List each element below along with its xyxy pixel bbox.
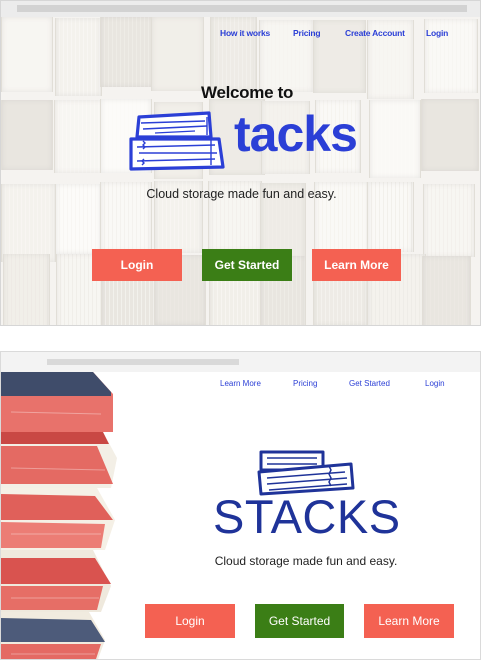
mockup-one: How it works Pricing Create Account Logi… — [0, 0, 481, 326]
nav-how-it-works[interactable]: How it works — [220, 28, 270, 38]
brand-wordmark: STACKS — [213, 490, 401, 543]
login-button[interactable]: Login — [145, 604, 235, 638]
nav-get-started[interactable]: Get Started — [349, 379, 390, 388]
browser-chrome — [1, 1, 480, 17]
address-bar[interactable] — [47, 359, 239, 365]
tagline: Cloud storage made fun and easy. — [146, 187, 337, 201]
login-button[interactable]: Login — [92, 249, 182, 281]
stacks-logo-icon — [129, 111, 225, 171]
address-bar[interactable] — [17, 5, 467, 12]
welcome-heading: Welcome to — [201, 83, 294, 102]
browser-chrome — [1, 352, 480, 372]
nav-pricing[interactable]: Pricing — [293, 28, 321, 38]
get-started-button[interactable]: Get Started — [202, 249, 292, 281]
tagline: Cloud storage made fun and easy. — [214, 554, 398, 568]
nav-learn-more[interactable]: Learn More — [220, 379, 261, 388]
red-books-stack-image — [1, 372, 117, 659]
nav-create-account[interactable]: Create Account — [345, 28, 405, 38]
learn-more-button[interactable]: Learn More — [364, 604, 454, 638]
get-started-button[interactable]: Get Started — [255, 604, 344, 638]
nav-login[interactable]: Login — [426, 28, 448, 38]
brand-wordmark: tacks — [234, 106, 358, 162]
nav-login[interactable]: Login — [425, 379, 445, 388]
nav-pricing[interactable]: Pricing — [293, 379, 317, 388]
learn-more-button[interactable]: Learn More — [312, 249, 401, 281]
mockup-two: Learn More Pricing Get Started Login STA… — [0, 351, 481, 660]
